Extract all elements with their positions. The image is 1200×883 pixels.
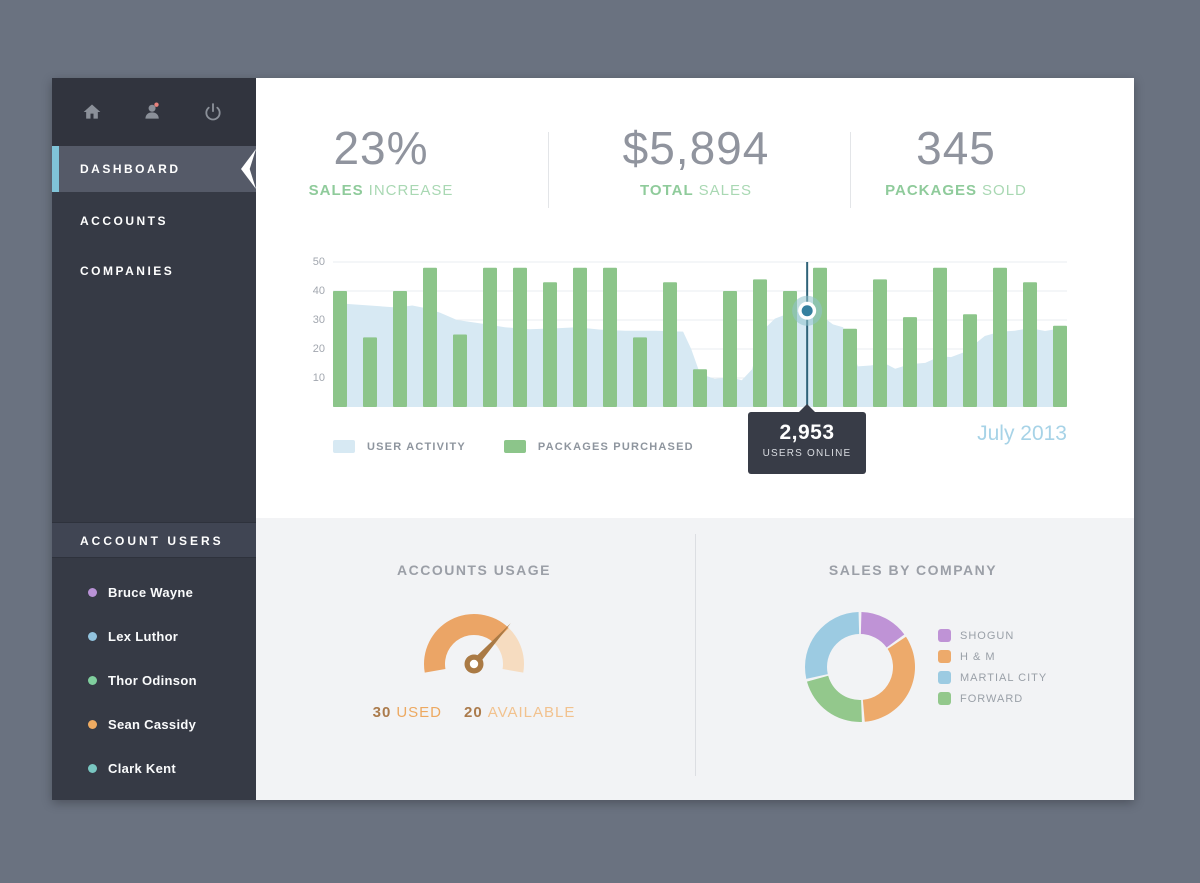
sidebar: DASHBOARD ACCOUNTS COMPANIES ACCOUNT USE…: [52, 78, 256, 800]
available-count: 20 AVAILABLE: [464, 704, 575, 721]
user-status-dot: [88, 676, 97, 685]
stat-label-strong: PACKAGES: [885, 182, 977, 199]
notification-dot: [154, 103, 158, 107]
y-axis-tick: 50: [313, 256, 325, 268]
stat-value: $5,894: [586, 124, 806, 172]
tooltip-label: USERS ONLINE: [748, 448, 866, 459]
legend-label: SHOGUN: [960, 630, 1014, 642]
legend-swatch: [938, 650, 951, 663]
stat-label-strong: SALES: [309, 182, 364, 199]
stat-label-rest: SALES: [699, 182, 752, 199]
legend-item-shogun: SHOGUN: [938, 629, 1047, 642]
legend-item-packages-purchased: PACKAGES PURCHASED: [504, 440, 694, 453]
list-item-user[interactable]: Thor Odinson: [52, 658, 256, 702]
usage-summary: 30USED 20 AVAILABLE: [294, 704, 654, 721]
main-content: 23% SALES INCREASE $5,894 TOTAL SALES 345 …: [256, 78, 1134, 800]
panel-divider: [695, 534, 696, 776]
user-status-dot: [88, 764, 97, 773]
legend-swatch: [333, 440, 355, 453]
stat-label-rest: INCREASE: [369, 182, 454, 199]
account-users-list: Bruce Wayne Lex Luthor Thor Odinson Sean…: [52, 570, 256, 790]
list-item-user[interactable]: Lex Luthor: [52, 614, 256, 658]
used-word: USED: [396, 704, 442, 721]
legend-label: USER ACTIVITY: [367, 441, 466, 453]
list-item-user[interactable]: Bruce Wayne: [52, 570, 256, 614]
stat-total-sales: $5,894 TOTAL SALES: [586, 124, 806, 199]
sidebar-item-dashboard[interactable]: DASHBOARD: [52, 146, 256, 192]
list-item-user[interactable]: Sean Cassidy: [52, 702, 256, 746]
y-axis-tick: 40: [313, 285, 325, 297]
y-axis-tick: 10: [313, 372, 325, 384]
sidebar-item-companies[interactable]: COMPANIES: [52, 246, 256, 296]
used-number: 30: [373, 704, 392, 721]
list-item-user[interactable]: Clark Kent: [52, 746, 256, 790]
donut-legend: SHOGUN H & M MARTIAL CITY FORWARD: [938, 629, 1047, 713]
sidebar-item-accounts[interactable]: ACCOUNTS: [52, 196, 256, 246]
stat-packages-sold: 345 PACKAGES SOLD: [856, 124, 1056, 199]
stat-label-rest: SOLD: [982, 182, 1027, 199]
chart-tooltip: 2,953 USERS ONLINE: [748, 412, 866, 474]
user-status-dot: [88, 588, 97, 597]
legend-label: H & M: [960, 651, 996, 663]
chart-y-axis: 5040302010: [291, 262, 325, 407]
legend-swatch: [504, 440, 526, 453]
sales-by-company-title: SALES BY COMPANY: [733, 562, 1093, 578]
used-count: 30USED: [373, 704, 442, 721]
y-axis-tick: 20: [313, 343, 325, 355]
user-name: Bruce Wayne: [108, 585, 193, 600]
power-icon[interactable]: [203, 102, 223, 122]
legend-swatch: [938, 629, 951, 642]
account-users-header: ACCOUNT USERS: [52, 522, 256, 558]
y-axis-tick: 30: [313, 314, 325, 326]
home-icon[interactable]: [82, 102, 102, 122]
user-name: Clark Kent: [108, 761, 176, 776]
stat-value: 23%: [286, 124, 476, 172]
legend-item-forward: FORWARD: [938, 692, 1047, 705]
user-name: Sean Cassidy: [108, 717, 196, 732]
available-word: AVAILABLE: [488, 704, 576, 721]
stat-label: SALES INCREASE: [286, 182, 476, 199]
activity-chart[interactable]: [333, 262, 1067, 407]
user-name: Thor Odinson: [108, 673, 197, 688]
accounts-usage-title: ACCOUNTS USAGE: [294, 562, 654, 578]
legend-swatch: [938, 692, 951, 705]
chart-legend: USER ACTIVITY PACKAGES PURCHASED: [333, 440, 694, 453]
stat-label: TOTAL SALES: [586, 182, 806, 199]
sidebar-topbar: [52, 78, 256, 146]
chart-period-label: July 2013: [977, 422, 1067, 446]
stat-sales-increase: 23% SALES INCREASE: [286, 124, 476, 199]
stat-label: PACKAGES SOLD: [856, 182, 1056, 199]
user-icon[interactable]: [142, 102, 163, 122]
user-status-dot: [88, 632, 97, 641]
available-number: 20: [464, 704, 483, 721]
legend-label: MARTIAL CITY: [960, 672, 1047, 684]
user-status-dot: [88, 720, 97, 729]
legend-item-user-activity: USER ACTIVITY: [333, 440, 466, 453]
legend-label: PACKAGES PURCHASED: [538, 441, 694, 453]
sales-donut-chart: [800, 607, 920, 727]
legend-swatch: [938, 671, 951, 684]
legend-label: FORWARD: [960, 693, 1023, 705]
user-name: Lex Luthor: [108, 629, 178, 644]
stat-divider: [850, 132, 851, 208]
dashboard-card: DASHBOARD ACCOUNTS COMPANIES ACCOUNT USE…: [52, 78, 1134, 800]
legend-item-h-and-m: H & M: [938, 650, 1047, 663]
tooltip-value: 2,953: [748, 421, 866, 445]
stat-label-strong: TOTAL: [640, 182, 694, 199]
accounts-usage-gauge: [414, 602, 534, 674]
legend-item-martial-city: MARTIAL CITY: [938, 671, 1047, 684]
stat-value: 345: [856, 124, 1056, 172]
stat-divider: [548, 132, 549, 208]
